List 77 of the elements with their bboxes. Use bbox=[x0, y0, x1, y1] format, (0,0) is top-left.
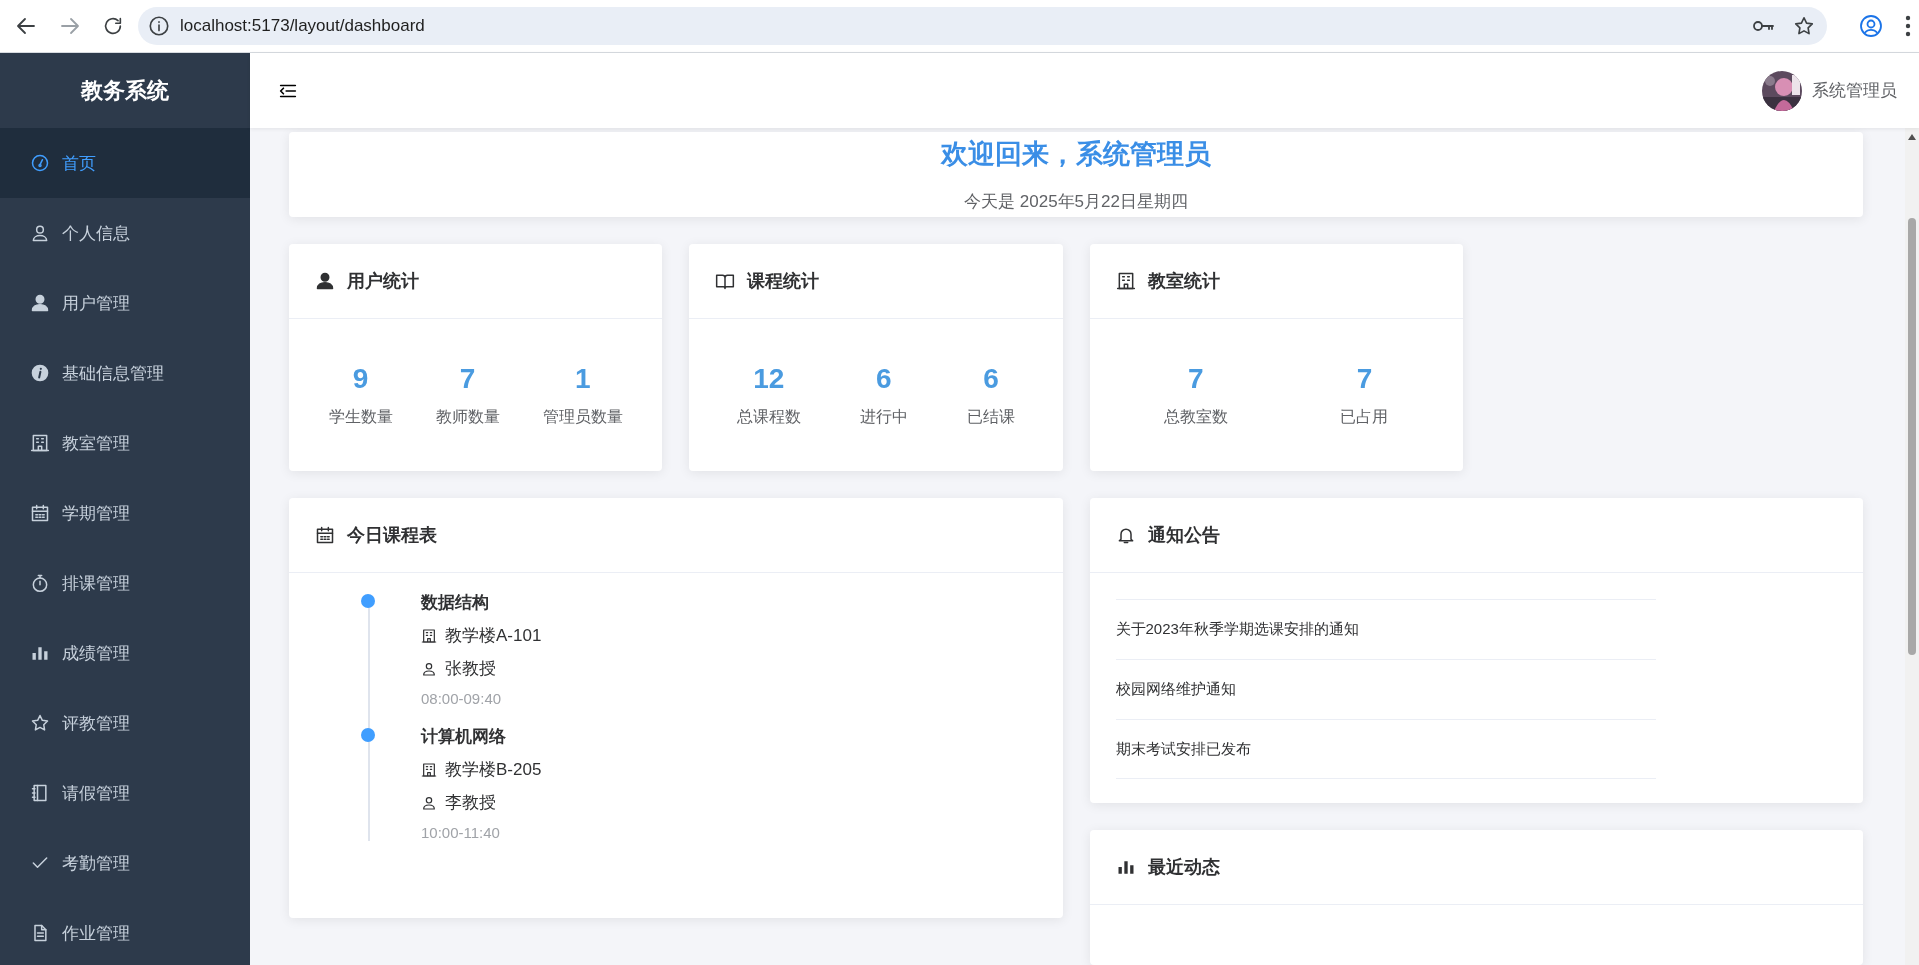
stat-value: 12 bbox=[753, 362, 785, 395]
card-title: 通知公告 bbox=[1147, 524, 1220, 547]
sidebar-item[interactable]: 个人信息 bbox=[0, 198, 250, 268]
open-book-icon bbox=[715, 271, 736, 291]
sidebar-item[interactable]: 排课管理 bbox=[0, 548, 250, 618]
welcome-title: 欢迎回来，系统管理员 bbox=[941, 138, 1211, 171]
user-icon bbox=[421, 660, 437, 677]
course-time: 08:00-09:40 bbox=[421, 690, 502, 707]
profile-icon[interactable] bbox=[1859, 14, 1883, 38]
more-menu-icon[interactable] bbox=[1905, 15, 1911, 37]
calendar-icon bbox=[30, 503, 50, 523]
course-location: 教学楼B-205 bbox=[445, 759, 542, 781]
card-title: 最近动态 bbox=[1147, 856, 1220, 879]
user-icon bbox=[30, 293, 50, 313]
course-time: 10:00-11:40 bbox=[421, 824, 500, 841]
card-title: 教室统计 bbox=[1147, 270, 1220, 293]
building-icon bbox=[421, 627, 437, 644]
course-teacher: 李教授 bbox=[445, 792, 496, 814]
course-teacher: 张教授 bbox=[445, 658, 496, 680]
sidebar-item[interactable]: 评教管理 bbox=[0, 688, 250, 758]
stat-value: 6 bbox=[983, 362, 999, 395]
user-name[interactable]: 系统管理员 bbox=[1812, 79, 1897, 102]
stat-value: 1 bbox=[574, 362, 591, 395]
sidebar-item[interactable]: 基础信息管理 bbox=[0, 338, 250, 408]
scrollbar-thumb[interactable] bbox=[1908, 218, 1916, 655]
star-icon[interactable] bbox=[1793, 15, 1815, 37]
reload-icon[interactable] bbox=[102, 15, 124, 37]
stat-label: 已结课 bbox=[966, 406, 1015, 427]
address-bar[interactable]: localhost:5173/layout/dashboard bbox=[138, 7, 1827, 45]
url-text: localhost:5173/layout/dashboard bbox=[180, 16, 425, 36]
stat-label: 进行中 bbox=[859, 406, 908, 427]
calendar-icon bbox=[315, 525, 335, 545]
info-icon[interactable] bbox=[148, 15, 170, 37]
sidebar-item[interactable]: 学期管理 bbox=[0, 478, 250, 548]
notice-link[interactable]: 校园网络维护通知 bbox=[1115, 680, 1236, 699]
course-location: 教学楼A-101 bbox=[445, 625, 542, 647]
notice-link[interactable]: 期末考试安排已发布 bbox=[1115, 739, 1251, 759]
stat-value: 7 bbox=[459, 362, 476, 395]
stat-value: 6 bbox=[876, 362, 892, 395]
app-logo: 教务系统 bbox=[81, 76, 169, 105]
sidebar-item[interactable]: 考勤管理 bbox=[0, 828, 250, 898]
stat-label: 总课程数 bbox=[736, 406, 801, 427]
sidebar-item[interactable]: 成绩管理 bbox=[0, 618, 250, 688]
card-title: 课程统计 bbox=[747, 270, 820, 293]
timeline-dot bbox=[361, 594, 375, 608]
building-icon bbox=[30, 433, 50, 453]
sidebar-item[interactable]: 作业管理 bbox=[0, 898, 250, 965]
scroll-up-icon[interactable] bbox=[1908, 134, 1916, 140]
building-icon bbox=[1115, 271, 1136, 291]
gauge-icon bbox=[30, 153, 50, 173]
sidebar-item[interactable]: 请假管理 bbox=[0, 758, 250, 828]
stat-label: 教师数量 bbox=[435, 406, 500, 427]
info-icon bbox=[30, 363, 50, 383]
card-title: 今日课程表 bbox=[347, 524, 437, 547]
timeline-dot bbox=[361, 728, 375, 742]
course-name: 计算机网络 bbox=[421, 726, 506, 748]
notice-link[interactable]: 关于2023年秋季学期选课安排的通知 bbox=[1115, 620, 1359, 639]
user-icon bbox=[421, 794, 437, 811]
star-icon bbox=[30, 713, 50, 733]
sidebar-item[interactable]: 首页 bbox=[0, 128, 250, 198]
stat-value: 7 bbox=[1356, 362, 1373, 395]
card-title: 用户统计 bbox=[347, 270, 419, 293]
stat-label: 总教室数 bbox=[1163, 406, 1228, 427]
sidebar-item[interactable]: 教室管理 bbox=[0, 408, 250, 478]
stat-value: 7 bbox=[1188, 362, 1204, 395]
stopwatch-icon bbox=[30, 573, 50, 593]
course-name: 数据结构 bbox=[421, 592, 489, 614]
stat-value: 9 bbox=[352, 362, 369, 395]
stat-label: 学生数量 bbox=[328, 406, 393, 427]
user-icon bbox=[315, 271, 335, 291]
stat-label: 已占用 bbox=[1340, 406, 1389, 427]
user-icon bbox=[30, 223, 50, 243]
date-text: 今天是 2025年5月22日星期四 bbox=[964, 191, 1188, 213]
building-icon bbox=[421, 761, 437, 778]
sidebar-item[interactable]: 用户管理 bbox=[0, 268, 250, 338]
notebook-icon bbox=[30, 783, 50, 803]
stat-label: 管理员数量 bbox=[542, 406, 623, 427]
